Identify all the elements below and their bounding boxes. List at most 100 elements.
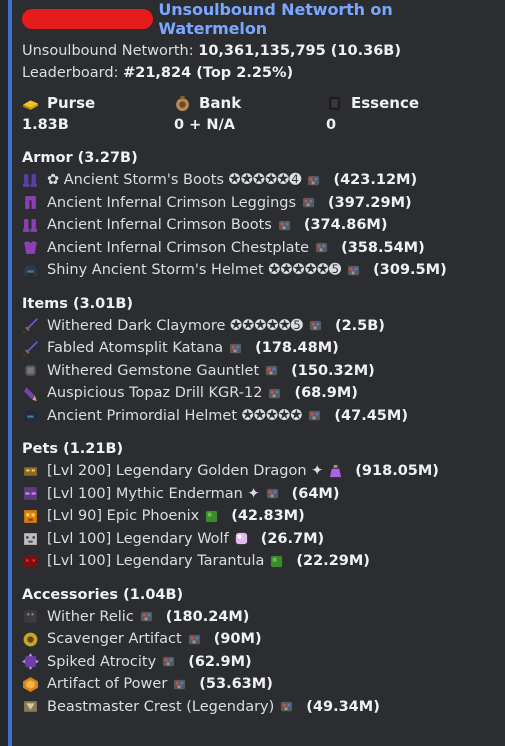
list-item: Shiny Ancient Storm's Helmet ✪✪✪✪✪➎ (309.…: [22, 259, 505, 282]
list-item: [Lvl 100] Mythic Enderman ✦ (64M): [22, 483, 505, 506]
item-value: (62.9M): [188, 653, 252, 670]
leaderboard-value: #21,824 (Top 2.25%): [123, 65, 294, 81]
gemstone-icon: [308, 318, 323, 333]
item-name: ✿ Ancient Storm's Boots ✪✪✪✪✪➍: [47, 172, 302, 189]
gemstone-icon: [264, 363, 279, 378]
item-name: Beastmaster Crest (Legendary): [47, 698, 275, 715]
artifact-power-icon: [22, 676, 39, 693]
item-name: Withered Gemstone Gauntlet: [47, 362, 260, 379]
boots-icon: [22, 217, 39, 234]
stat-label: Essence: [351, 94, 420, 112]
section: Armor (3.27B) ✿ Ancient Storm's Boots ✪✪✪…: [22, 147, 505, 282]
item-name: Spiked Atrocity: [47, 653, 157, 670]
item-value: (180.24M): [165, 608, 250, 625]
green-gem-icon: [204, 509, 219, 524]
item-value: (49.34M): [306, 698, 380, 715]
sword-icon: [22, 317, 39, 334]
stat-label: Purse: [47, 94, 96, 112]
gemstone-icon: [187, 632, 202, 647]
item-name: [Lvl 100] Legendary Wolf: [47, 530, 229, 547]
gemstone-icon: [301, 195, 316, 210]
leggings-icon: [22, 194, 39, 211]
green-gem-icon: [269, 554, 284, 569]
list-item: ✿ Ancient Storm's Boots ✪✪✪✪✪➍ (423.12M): [22, 169, 505, 192]
item-value: (64M): [291, 485, 340, 502]
item-name: Artifact of Power: [47, 676, 168, 693]
stat-value: 1.83B: [22, 117, 69, 133]
item-value: (423.12M): [333, 172, 418, 189]
stat-label: Bank: [199, 94, 242, 112]
list-item: Ancient Infernal Crimson Leggings (397.29…: [22, 192, 505, 215]
list-item: Ancient Infernal Crimson Boots (374.86M): [22, 214, 505, 237]
list-item: Ancient Primordial Helmet ✪✪✪✪✪ (47.45M): [22, 405, 505, 428]
item-name: Withered Dark Claymore ✪✪✪✪✪➎: [47, 317, 303, 334]
item-value: (47.45M): [334, 407, 408, 424]
gemstone-icon: [228, 341, 243, 356]
item-name: [Lvl 90] Epic Phoenix: [47, 508, 200, 525]
leaderboard-line: Leaderboard: #21,824 (Top 2.25%): [22, 62, 505, 84]
list-item: Wither Relic (180.24M): [22, 606, 505, 629]
helmet-icon: [22, 262, 39, 279]
gemstone-icon: [265, 486, 280, 501]
gemstone-icon: [161, 654, 176, 669]
gemstone-icon: [307, 408, 322, 423]
pink-gem-icon: [234, 531, 249, 546]
section: Items (3.01B) Withered Dark Claymore ✪✪✪✪…: [22, 293, 505, 428]
list-item: Auspicious Topaz Drill KGR-12 (68.9M): [22, 382, 505, 405]
crest-icon: [22, 698, 39, 715]
leaderboard-label: Leaderboard:: [22, 65, 119, 81]
list-item: [Lvl 100] Legendary Wolf (26.7M): [22, 528, 505, 551]
item-value: (918.05M): [355, 463, 439, 480]
essence-icon: [326, 95, 343, 112]
sections: Armor (3.27B) ✿ Ancient Storm's Boots ✪✪✪…: [22, 147, 505, 718]
stat-purse: Purse 1.83B: [22, 92, 174, 136]
gemstone-icon: [277, 218, 292, 233]
sword-icon: [22, 340, 39, 357]
item-name: Shiny Ancient Storm's Helmet ✪✪✪✪✪➎: [47, 262, 342, 279]
boots-icon: [22, 172, 39, 189]
gauntlet-icon: [22, 362, 39, 379]
stat-bank: Bank 0 + N/A: [174, 92, 326, 136]
item-name: Scavenger Artifact: [47, 631, 182, 648]
list-item: Beastmaster Crest (Legendary) (49.34M): [22, 696, 505, 719]
item-value: (26.7M): [260, 530, 325, 547]
list-item: Scavenger Artifact (90M): [22, 628, 505, 651]
item-name: [Lvl 100] Mythic Enderman ✦: [47, 485, 260, 502]
bank-icon: [174, 95, 191, 112]
spiked-icon: [22, 653, 39, 671]
section: Accessories (1.04B) Wither Relic (180.24M)…: [22, 584, 505, 719]
tarantula-icon: [22, 553, 39, 570]
item-name: Ancient Infernal Crimson Leggings: [47, 194, 297, 211]
phoenix-icon: [22, 508, 39, 525]
enderman-icon: [22, 485, 39, 502]
item-name: Fabled Atomsplit Katana: [47, 340, 224, 357]
list-item: Withered Dark Claymore ✪✪✪✪✪➎ (2.5B): [22, 315, 505, 338]
networth-embed: Unsoulbound Networth on Watermelon Unsou…: [8, 0, 505, 746]
gemstone-icon: [267, 386, 282, 401]
embed-title[interactable]: Unsoulbound Networth on Watermelon: [158, 0, 505, 38]
item-name: Ancient Infernal Crimson Boots: [47, 217, 272, 234]
item-value: (150.32M): [291, 362, 375, 379]
item-value: (178.48M): [255, 340, 339, 357]
scavenger-icon: [22, 631, 39, 648]
stat-header: Bank: [174, 92, 326, 114]
gemstone-icon: [279, 699, 294, 714]
section: Pets (1.21B) [Lvl 200] Legendary Golden D…: [22, 438, 505, 573]
gemstone-icon: [346, 263, 361, 278]
list-item: [Lvl 90] Epic Phoenix (42.83M): [22, 505, 505, 528]
stat-essence: Essence 0: [326, 92, 478, 136]
gold-ingot-icon: [22, 95, 39, 112]
item-name: [Lvl 200] Legendary Golden Dragon ✦: [47, 463, 324, 480]
item-value: (90M): [213, 631, 262, 648]
item-name: [Lvl 100] Legendary Tarantula: [47, 553, 265, 570]
gemstone-icon: [314, 240, 329, 255]
list-item: Artifact of Power (53.63M): [22, 673, 505, 696]
list-item: [Lvl 100] Legendary Tarantula (22.29M): [22, 550, 505, 573]
chestplate-icon: [22, 239, 39, 256]
item-value: (42.83M): [231, 508, 305, 525]
list-item: [Lvl 200] Legendary Golden Dragon ✦ (918.…: [22, 460, 505, 483]
item-value: (68.9M): [294, 385, 358, 402]
gemstone-icon: [172, 677, 187, 692]
list-item: Fabled Atomsplit Katana (178.48M): [22, 337, 505, 360]
list-item: Withered Gemstone Gauntlet (150.32M): [22, 360, 505, 383]
